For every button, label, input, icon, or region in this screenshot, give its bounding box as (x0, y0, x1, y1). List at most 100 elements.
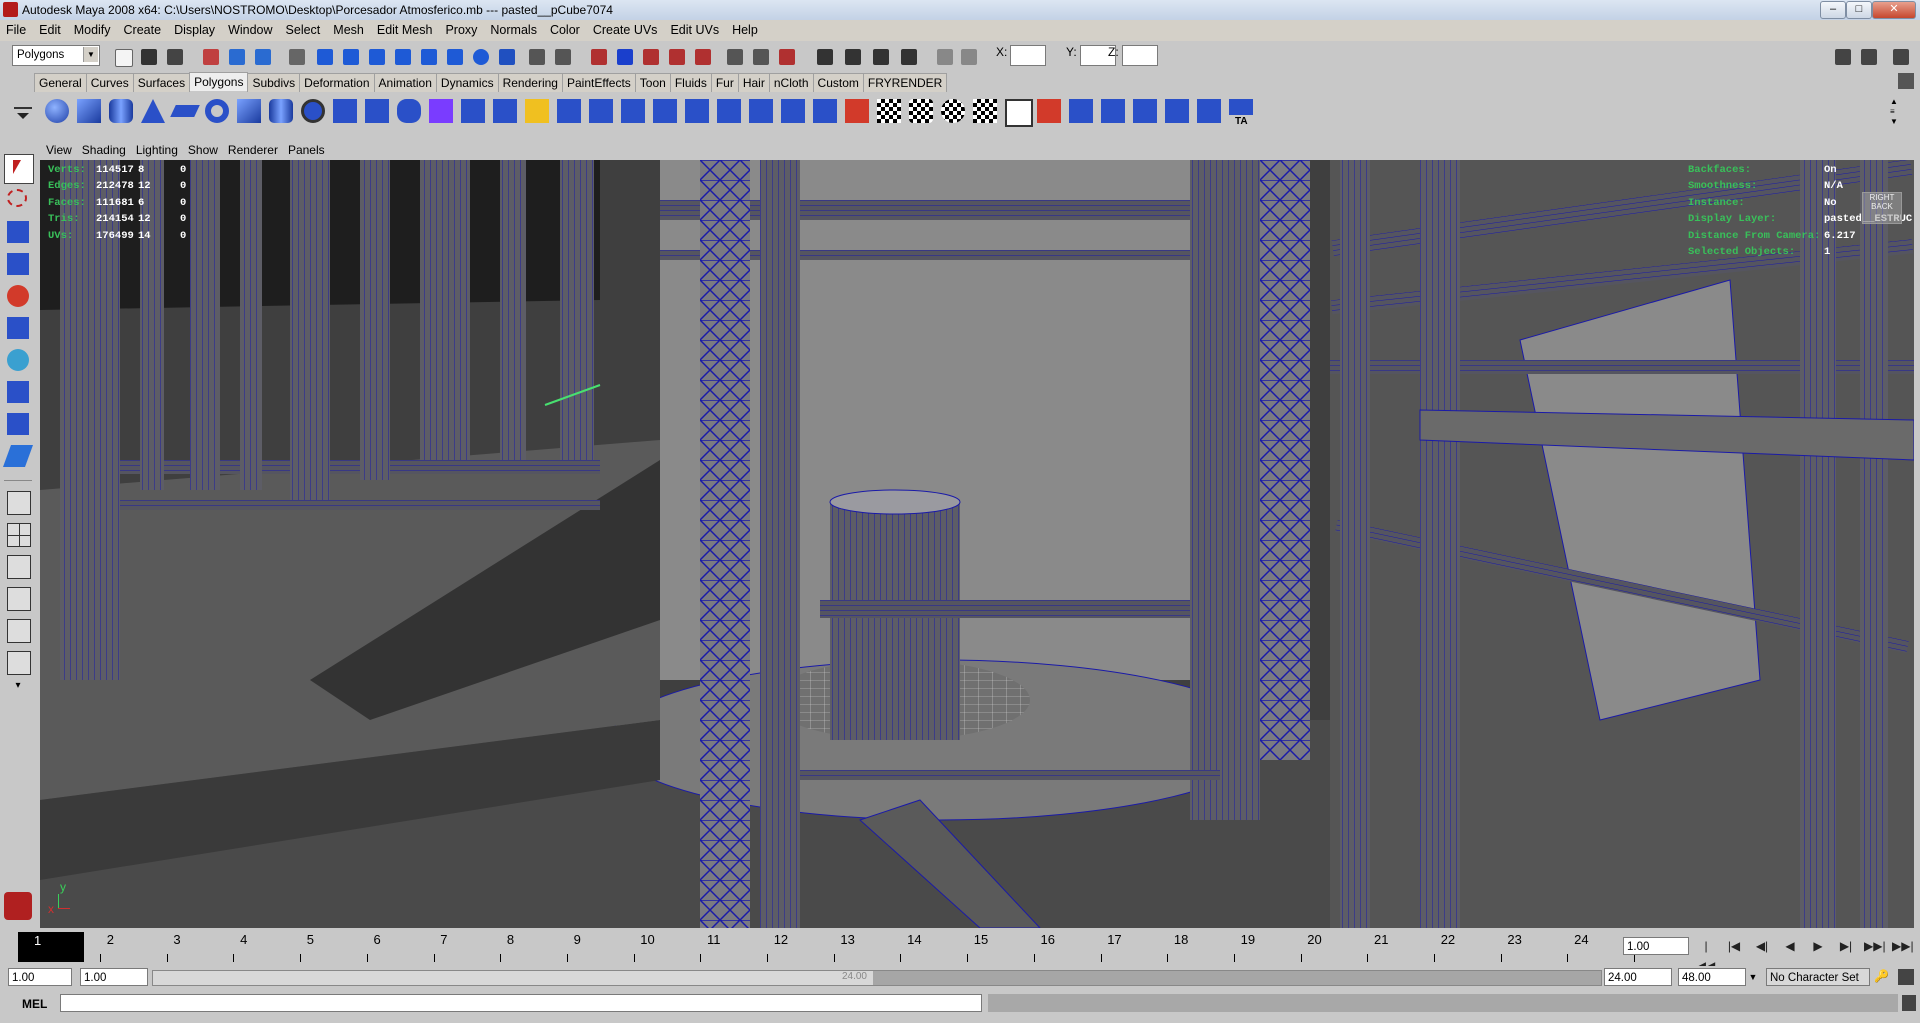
menu-create[interactable]: Create (118, 20, 169, 37)
menu-select[interactable]: Select (280, 20, 328, 37)
range-slider[interactable]: 24.00 (152, 970, 1602, 986)
animation-preferences-icon[interactable] (1898, 969, 1914, 985)
triangulate-icon[interactable] (1194, 96, 1224, 128)
tab-curves[interactable]: Curves (85, 73, 134, 92)
step-forward-frame-button[interactable]: ▶| (1836, 936, 1856, 956)
menu-edit[interactable]: Edit (33, 20, 68, 37)
step-back-frame-button[interactable]: ◀| (1752, 936, 1772, 956)
pick-dynamics-icon[interactable] (444, 46, 466, 68)
sculpt-icon[interactable] (842, 96, 872, 128)
panel-menu-shading[interactable]: Shading (76, 141, 130, 157)
new-scene-icon[interactable] (112, 46, 134, 68)
view-cube[interactable]: RIGHT BACK (1862, 192, 1902, 224)
open-scene-icon[interactable] (138, 46, 160, 68)
menu-edit-mesh[interactable]: Edit Mesh (371, 20, 440, 37)
pick-handles-icon[interactable] (314, 46, 336, 68)
four-view-layout-icon[interactable] (4, 520, 32, 548)
poly-pipe-icon[interactable] (266, 96, 296, 128)
playback-end-field[interactable]: 24.00 (1604, 968, 1672, 986)
highlight-selection-icon[interactable] (552, 46, 574, 68)
custom-ta-icon[interactable]: TA (1226, 96, 1256, 128)
save-scene-icon[interactable] (164, 46, 186, 68)
close-button[interactable]: ✕ (1872, 1, 1916, 19)
separate-icon[interactable] (362, 96, 392, 128)
universal-manipulator-icon[interactable] (4, 346, 32, 374)
tab-custom[interactable]: Custom (812, 73, 864, 92)
poly-cube-icon[interactable] (74, 96, 104, 128)
reduce-icon[interactable] (1130, 96, 1160, 128)
tab-dynamics[interactable]: Dynamics (435, 73, 499, 92)
tab-fur[interactable]: Fur (710, 73, 739, 92)
menu-mesh[interactable]: Mesh (327, 20, 371, 37)
menu-modify[interactable]: Modify (68, 20, 118, 37)
panel-menu-panels[interactable]: Panels (282, 141, 329, 157)
playback-start-field[interactable]: 1.00 (80, 968, 148, 986)
extrude-icon[interactable] (458, 96, 488, 128)
pick-surfaces-icon[interactable] (392, 46, 414, 68)
command-input[interactable] (60, 994, 982, 1012)
poly-prism-icon[interactable] (234, 96, 264, 128)
paint-tool-icon[interactable] (1034, 96, 1064, 128)
render-frame-icon[interactable] (842, 46, 864, 68)
select-object-icon[interactable] (226, 46, 248, 68)
paint-select-tool-icon[interactable] (4, 218, 32, 246)
pick-joints-icon[interactable] (340, 46, 362, 68)
poly-plane-icon[interactable] (170, 96, 200, 128)
panel-menu-renderer[interactable]: Renderer (222, 141, 282, 157)
output-ops-icon[interactable] (750, 46, 772, 68)
input-mode-icon[interactable] (934, 46, 956, 68)
tab-fluids[interactable]: Fluids (669, 73, 712, 92)
tab-rendering[interactable]: Rendering (497, 73, 563, 92)
render-globals-icon[interactable] (898, 46, 920, 68)
play-forwards-button[interactable]: ▶ (1808, 936, 1828, 956)
append-polygon-icon[interactable] (522, 96, 552, 128)
hypershade-layout-icon[interactable] (4, 616, 32, 644)
go-to-end-button[interactable]: ▶▶| (1892, 936, 1914, 956)
ipr-render-icon[interactable] (870, 46, 892, 68)
select-hierarchy-icon[interactable] (200, 46, 222, 68)
pick-curves-icon[interactable] (366, 46, 388, 68)
z-field[interactable] (1122, 45, 1158, 66)
poly-cylinder-icon[interactable] (106, 96, 136, 128)
single-perspective-layout-icon[interactable] (4, 488, 32, 516)
pick-deformations-icon[interactable] (418, 46, 440, 68)
layout-more-icon[interactable]: ▾ (4, 680, 32, 708)
tab-painteffects[interactable]: PaintEffects (561, 73, 636, 92)
persp-outliner-layout-icon[interactable] (4, 552, 32, 580)
tab-toon[interactable]: Toon (634, 73, 671, 92)
input-ops-icon[interactable] (724, 46, 746, 68)
tab-animation[interactable]: Animation (373, 73, 437, 92)
bridge-icon[interactable] (490, 96, 520, 128)
character-set-menu[interactable]: No Character Set (1766, 968, 1870, 986)
normals-icon[interactable] (1066, 96, 1096, 128)
poly-sphere-icon[interactable] (42, 96, 72, 128)
split-polygon-icon[interactable] (554, 96, 584, 128)
uv-texture-editor-icon[interactable] (1002, 96, 1033, 128)
automatic-mapping-icon[interactable] (970, 96, 1000, 128)
menu-display[interactable]: Display (168, 20, 222, 37)
tab-ncloth[interactable]: nCloth (768, 73, 814, 92)
minimize-button[interactable]: – (1820, 1, 1846, 19)
rotate-tool-icon[interactable] (4, 282, 32, 310)
make-live-icon[interactable] (692, 46, 714, 68)
move-tool-icon[interactable] (4, 250, 32, 278)
smooth-proxy-icon[interactable] (426, 96, 456, 128)
menu-edit-uvs[interactable]: Edit UVs (664, 20, 726, 37)
panel-menu-show[interactable]: Show (182, 141, 222, 157)
tab-hair[interactable]: Hair (737, 73, 770, 92)
relative-transform-icon[interactable] (958, 46, 980, 68)
show-manipulator-icon[interactable] (4, 410, 32, 438)
menu-file[interactable]: File (0, 20, 33, 37)
tab-surfaces[interactable]: Surfaces (132, 73, 191, 92)
spherical-mapping-icon[interactable] (938, 96, 968, 128)
shelf-trash-icon[interactable] (1898, 73, 1914, 89)
panel-menu-lighting[interactable]: Lighting (130, 141, 182, 157)
cleanup-icon[interactable] (1162, 96, 1192, 128)
cylindrical-mapping-icon[interactable] (906, 96, 936, 128)
step-forward-key-button[interactable]: ▶▶| (1864, 936, 1886, 956)
tab-subdivs[interactable]: Subdivs (247, 73, 301, 92)
poly-torus-icon[interactable] (202, 96, 232, 128)
chevron-down-icon[interactable]: ▼ (1746, 968, 1760, 986)
go-to-start-button[interactable]: |◀◀ (1696, 936, 1716, 973)
menu-set-dropdown[interactable]: Polygons ▼ (12, 45, 100, 66)
